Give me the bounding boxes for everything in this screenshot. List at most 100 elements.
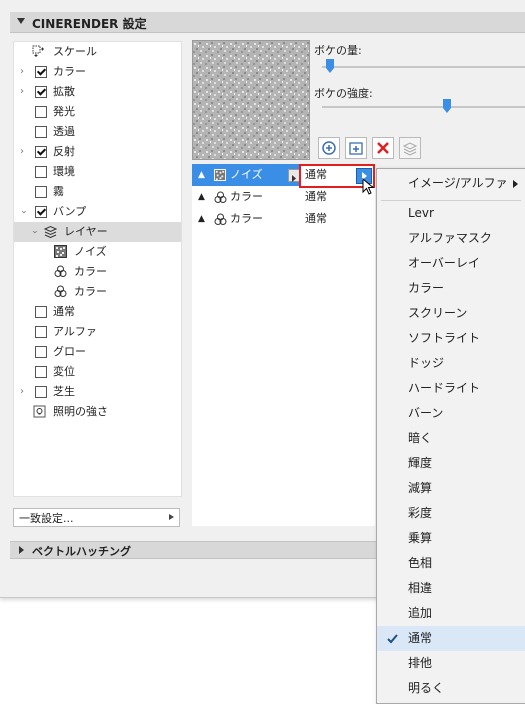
checkbox-color[interactable] [35,66,47,78]
checkbox-fog[interactable] [35,186,47,198]
menu-item-label: 彩度 [408,506,433,520]
tree-item-displacement[interactable]: 変位 [14,362,181,382]
checkbox-alpha[interactable] [35,326,47,338]
chevron-right-icon[interactable]: › [20,382,24,402]
menu-item[interactable]: バーン [377,401,525,426]
tree-item-normal[interactable]: 通常 [14,302,181,322]
add-folder-icon [349,142,363,155]
menu-item[interactable]: 暗く [377,426,525,451]
tree-item-grass[interactable]: › 芝生 [14,382,181,402]
tree-item-label: アルファ [53,325,97,338]
layer-mode[interactable]: 通常 [305,208,327,230]
menu-item[interactable]: ドッジ [377,351,525,376]
collapse-triangle-icon[interactable] [17,18,25,24]
layer-mode[interactable]: 通常 [305,186,327,208]
menu-item[interactable]: 排他 [377,651,525,676]
menu-item[interactable]: アルファマスク [377,226,525,251]
checkbox-glow[interactable] [35,346,47,358]
consistency-settings-button[interactable]: 一致設定... [13,508,180,527]
mouse-cursor-icon [362,178,375,195]
light-bulb-icon [33,405,46,418]
menu-item-label: ハードライト [408,381,481,395]
channel-tree: スケール › カラー › 拡散 発光 透過 › 反射 環境 霧 › バンプ › … [13,41,182,497]
menu-item[interactable]: Levr [377,201,525,226]
tree-item-label: カラー [74,285,107,298]
checkbox-environment[interactable] [35,166,47,178]
layer-row-color[interactable]: ▲ カラー 通常 [192,186,375,208]
tree-item-bump[interactable]: › バンプ [14,202,181,222]
tree-item-fog[interactable]: 霧 [14,182,181,202]
menu-item[interactable]: ソフトライト [377,326,525,351]
checkbox-displacement[interactable] [35,366,47,378]
menu-item-label: 乗算 [408,531,433,545]
tree-item-color[interactable]: › カラー [14,62,181,82]
menu-item-label: スクリーン [408,306,468,320]
tree-item-noise[interactable]: ノイズ [14,242,181,262]
tree-item-reflection[interactable]: › 反射 [14,142,181,162]
menu-item-label: Levr [408,206,434,220]
menu-item[interactable]: 明るく [377,676,525,701]
menu-item[interactable]: 追加 [377,601,525,626]
bokeh-strength-track[interactable] [322,106,525,108]
menu-item[interactable]: カラー [377,276,525,301]
tree-item-illumination[interactable]: 照明の強さ [14,402,181,422]
layer-row-color[interactable]: ▲ カラー 通常 [192,208,375,230]
reorder-arrows-icon[interactable]: ▲ [198,164,205,186]
expand-triangle-icon[interactable] [19,546,24,554]
menu-item[interactable]: スクリーン [377,301,525,326]
menu-item[interactable]: 彩度 [377,501,525,526]
tree-item-label: カラー [53,65,86,78]
bokeh-amount-track[interactable] [322,66,525,68]
arrow-right-icon [169,514,174,520]
tree-item-alpha[interactable]: アルファ [14,322,181,342]
add-layer-button[interactable] [318,137,340,159]
tree-item-color-layer[interactable]: カラー [14,282,181,302]
chevron-down-icon[interactable]: › [24,230,44,234]
menu-item[interactable]: ハードライト [377,376,525,401]
tree-item-transparency[interactable]: 透過 [14,122,181,142]
menu-item[interactable]: オーバーレイ [377,251,525,276]
checkbox-luminance[interactable] [35,106,47,118]
menu-item[interactable]: 輝度 [377,451,525,476]
bokeh-strength-thumb[interactable] [442,99,451,113]
checkbox-diffusion[interactable] [35,86,47,98]
chevron-down-icon[interactable]: › [13,210,33,214]
checkbox-grass[interactable] [35,386,47,398]
menu-item-label: 輝度 [408,456,433,470]
checkbox-transparency[interactable] [35,126,47,138]
blend-mode-value: 通常 [305,168,327,181]
tree-item-glow[interactable]: グロー [14,342,181,362]
tree-item-environment[interactable]: 環境 [14,162,181,182]
tree-item-scale[interactable]: スケール [14,42,181,62]
tree-item-color-layer[interactable]: カラー [14,262,181,282]
tree-item-label: レイヤー [64,225,108,238]
color-circles-icon [214,191,227,203]
menu-item-image-alpha[interactable]: イメージ/アルファ [377,171,525,196]
reorder-arrows-icon[interactable]: ▲ [198,186,205,208]
menu-item[interactable]: 減算 [377,476,525,501]
checkbox-normal[interactable] [35,306,47,318]
chevron-right-icon[interactable]: › [20,142,24,162]
reorder-arrows-icon[interactable]: ▲ [198,208,205,230]
menu-item[interactable]: 色相 [377,551,525,576]
panel-header[interactable]: CINERENDER 設定 [10,12,525,33]
menu-item[interactable]: 乗算 [377,526,525,551]
noise-preview [192,40,310,160]
layer-options-button[interactable] [399,137,421,159]
chevron-right-icon[interactable]: › [20,62,24,82]
chevron-right-icon[interactable]: › [20,82,24,102]
checkbox-reflection[interactable] [35,146,47,158]
checkmark-icon [387,634,398,644]
tree-item-luminance[interactable]: 発光 [14,102,181,122]
layer-row-noise[interactable]: ▲ ノイズ 通常 [192,164,375,188]
add-folder-button[interactable] [345,137,367,159]
menu-item[interactable]: 相違 [377,576,525,601]
tree-item-diffusion[interactable]: › 拡散 [14,82,181,102]
noise-texture [193,41,309,159]
delete-layer-button[interactable] [372,137,394,159]
bokeh-amount-thumb[interactable] [325,59,334,73]
checkbox-bump[interactable] [35,206,47,218]
tree-item-layer[interactable]: › レイヤー [14,222,181,242]
menu-item-checked[interactable]: 通常 [377,626,525,651]
bokeh-amount-label: ボケの量: [314,44,362,57]
